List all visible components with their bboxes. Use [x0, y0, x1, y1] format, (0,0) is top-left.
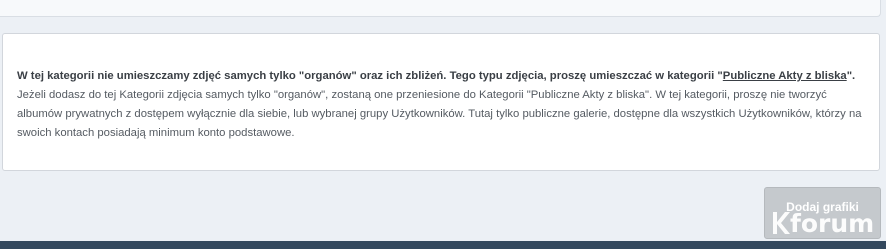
top-panel — [0, 0, 881, 17]
watermark-text: forum — [790, 209, 875, 238]
notice-bold-tail: ". — [846, 70, 856, 82]
notice-bold-text: W tej kategorii nie umieszczamy zdjęć sa… — [17, 70, 723, 82]
category-notice: W tej kategorii nie umieszczamy zdjęć sa… — [2, 33, 880, 171]
footer-bar — [0, 241, 886, 249]
k-logo-icon — [773, 212, 790, 234]
category-link-public-acts[interactable]: Publiczne Akty z bliska — [723, 70, 847, 82]
forum-watermark-logo: forum — [770, 209, 874, 238]
notice-body-text: Jeżeli dodasz do tej Kategorii zdjęcia s… — [17, 89, 862, 139]
